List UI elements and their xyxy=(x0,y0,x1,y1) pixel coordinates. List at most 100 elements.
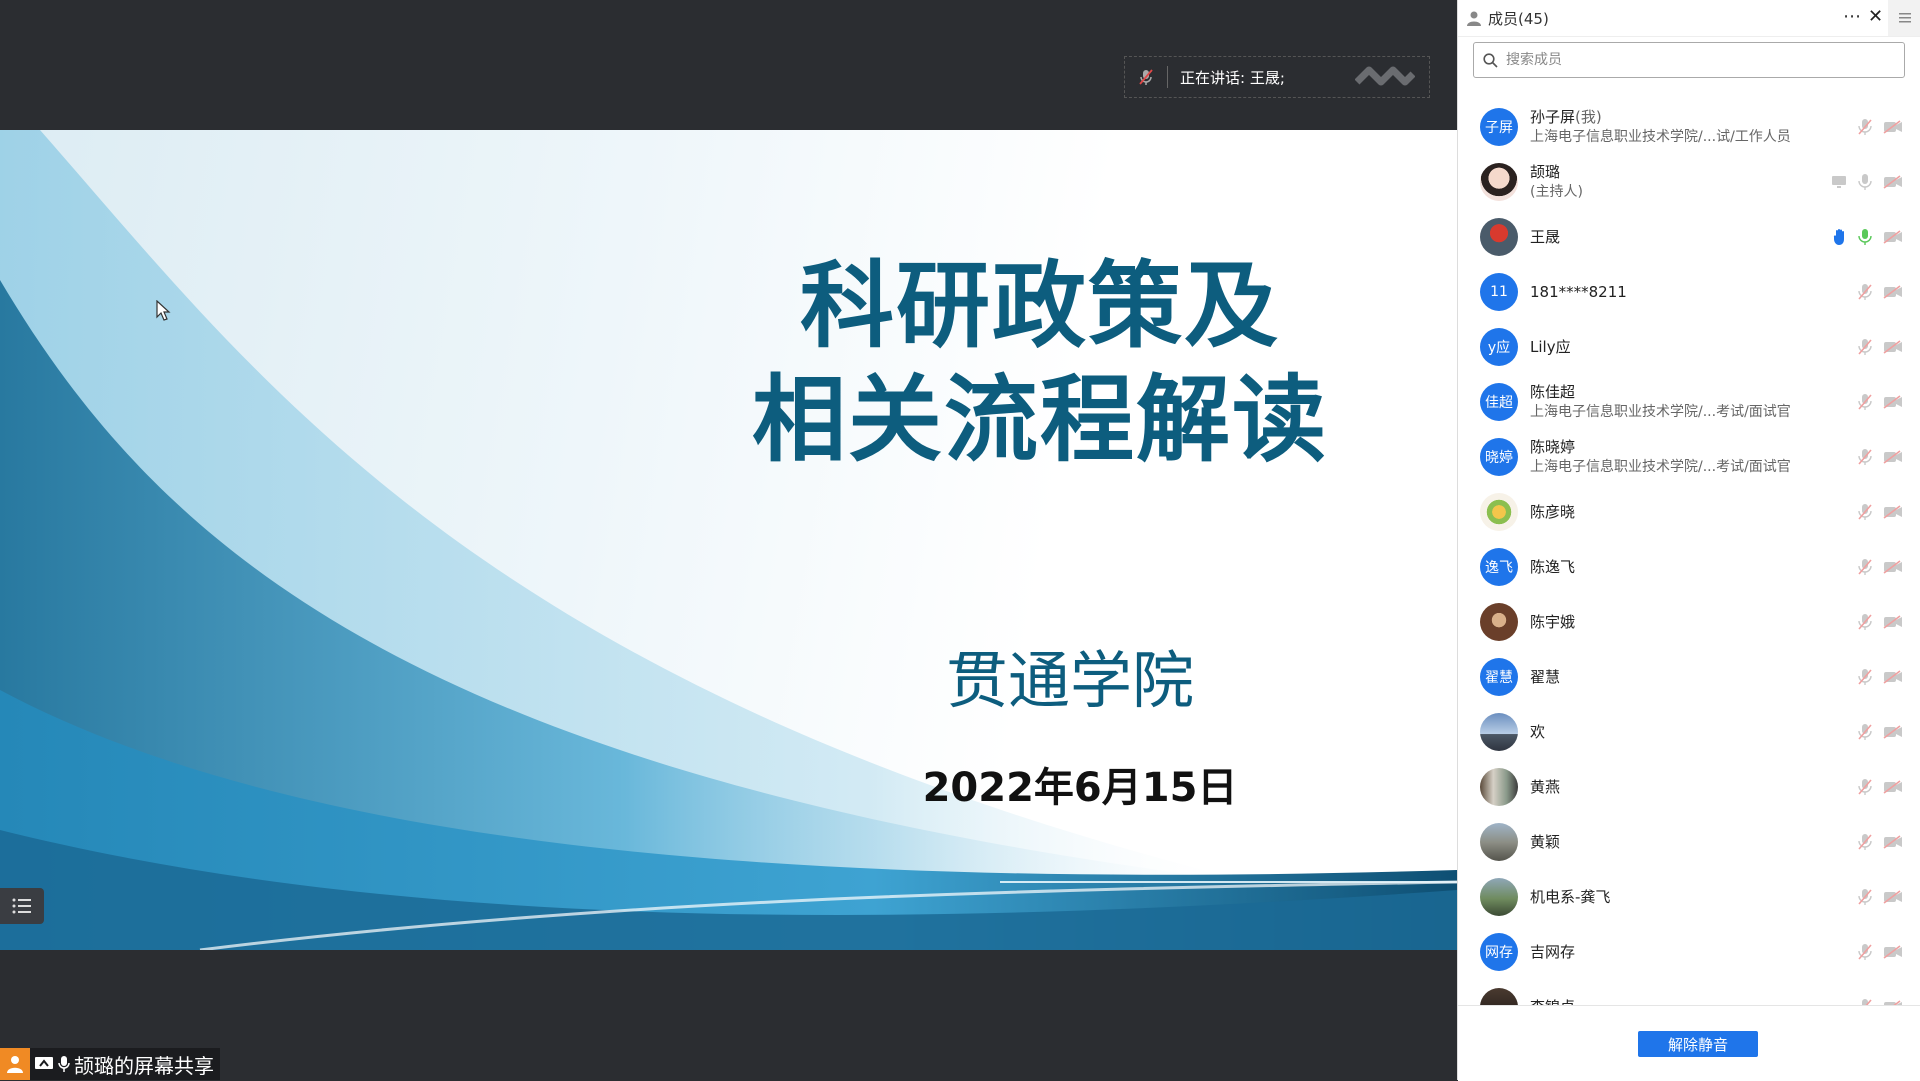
member-info: 王晟 xyxy=(1530,227,1560,247)
member-name-line: 王晟 xyxy=(1530,227,1560,247)
member-row[interactable]: 王晟 xyxy=(1458,209,1920,264)
slide-subtitle: 贯通学院 xyxy=(945,644,1194,717)
member-row[interactable]: 11 181****8211 xyxy=(1458,264,1920,319)
member-name-line: 翟慧 xyxy=(1530,667,1560,687)
member-row[interactable]: 黄燕 xyxy=(1458,759,1920,814)
members-panel-header: 成员(45) ⋯ ✕ xyxy=(1458,0,1920,37)
member-avatar: 翟慧 xyxy=(1480,657,1518,696)
mic-muted-icon xyxy=(1858,283,1872,300)
member-info: 翟慧 xyxy=(1530,667,1560,687)
member-info: 陈晓婷 上海电子信息职业技术学院/...考试/面试官 xyxy=(1530,437,1791,477)
member-row[interactable]: 机电系-龚飞 xyxy=(1458,869,1920,924)
member-avatar-text: 子屏 xyxy=(1485,119,1513,136)
member-name: 吉网存 xyxy=(1530,942,1576,961)
member-row[interactable]: 晓婷 陈晓婷 上海电子信息职业技术学院/...考试/面试官 xyxy=(1458,429,1920,484)
member-name-line: 黄颖 xyxy=(1530,832,1560,852)
member-name-line: 陈彦晓 xyxy=(1530,502,1575,522)
member-row[interactable]: 翟慧 翟慧 xyxy=(1458,649,1920,704)
camera-off-icon xyxy=(1883,339,1902,354)
member-info: 黄燕 xyxy=(1530,777,1560,797)
member-avatar xyxy=(1480,492,1518,531)
member-name-line: 陈晓婷 xyxy=(1530,437,1791,457)
member-row[interactable]: 黄颖 xyxy=(1458,814,1920,869)
user-avatar-icon xyxy=(0,1048,30,1080)
member-subtitle: (主持人) xyxy=(1530,183,1583,200)
mic-muted-icon xyxy=(1858,778,1872,795)
member-search-box[interactable] xyxy=(1473,42,1905,78)
member-subtitle: 上海电子信息职业技术学院/...试/工作人员 xyxy=(1530,128,1791,145)
member-name: 黄燕 xyxy=(1530,777,1561,796)
member-name: 181****8211 xyxy=(1530,282,1627,301)
member-info: 孙子屏(我) 上海电子信息职业技术学院/...试/工作人员 xyxy=(1530,107,1791,147)
member-avatar: 逸飞 xyxy=(1480,547,1518,586)
camera-off-icon xyxy=(1883,284,1902,299)
member-avatar-text: 11 xyxy=(1490,283,1508,300)
member-avatar xyxy=(1480,162,1518,201)
mic-muted-icon xyxy=(1858,393,1872,410)
mic-muted-icon xyxy=(1858,558,1872,575)
member-avatar-text: 佳超 xyxy=(1485,394,1513,411)
member-name-line: 181****8211 xyxy=(1530,282,1627,302)
member-name: 陈逸飞 xyxy=(1530,557,1576,576)
member-name: 陈佳超 xyxy=(1530,382,1576,401)
camera-off-icon xyxy=(1883,559,1902,574)
member-avatar: 11 xyxy=(1480,272,1518,311)
member-status-icons xyxy=(1857,649,1903,704)
member-info: 陈宇娥 xyxy=(1530,612,1575,632)
member-avatar xyxy=(1480,712,1518,751)
shared-slide: 科研政策及 相关流程解读 贯通学院 2022年6月15日 xyxy=(0,130,1457,950)
member-name-line: 李锦卓 xyxy=(1530,997,1575,1006)
mic-muted-icon xyxy=(1862,998,1872,1005)
member-status-icons xyxy=(1857,429,1903,484)
screen-share-icon xyxy=(34,1055,54,1073)
mic-muted-icon xyxy=(1858,723,1872,740)
mic-muted-icon xyxy=(1858,448,1872,465)
mic-muted-icon xyxy=(1858,888,1872,905)
member-avatar: 网存 xyxy=(1480,932,1518,971)
member-name: Lily应 xyxy=(1530,337,1571,356)
list-icon xyxy=(12,898,31,914)
unmute-button[interactable]: 解除静音 xyxy=(1638,1031,1758,1057)
member-avatar-text: 翟慧 xyxy=(1485,669,1513,686)
member-status-icons xyxy=(1833,209,1903,264)
member-search-input[interactable] xyxy=(1504,51,1888,69)
member-info: 颉璐 (主持人) xyxy=(1530,162,1583,202)
slide-title-line1: 科研政策及 xyxy=(799,252,1280,361)
divider xyxy=(1167,66,1168,88)
member-name-line: 机电系-龚飞 xyxy=(1530,887,1610,907)
tencent-meeting-logo-icon xyxy=(1355,66,1415,86)
panel-menu-button[interactable] xyxy=(1888,0,1920,36)
member-info: 陈彦晓 xyxy=(1530,502,1575,522)
member-row[interactable]: 子屏 孙子屏(我) 上海电子信息职业技术学院/...试/工作人员 xyxy=(1458,99,1920,154)
member-row[interactable]: 欢 xyxy=(1458,704,1920,759)
member-row[interactable]: 颉璐 (主持人) xyxy=(1458,154,1920,209)
member-row[interactable]: 佳超 陈佳超 上海电子信息职业技术学院/...考试/面试官 xyxy=(1458,374,1920,429)
member-row[interactable]: 网存 吉网存 xyxy=(1458,924,1920,979)
member-row[interactable]: 陈宇娥 xyxy=(1458,594,1920,649)
member-avatar-text: 网存 xyxy=(1485,944,1513,961)
camera-off-icon xyxy=(1883,669,1902,684)
member-avatar: 佳超 xyxy=(1480,382,1518,421)
member-subtitle: 上海电子信息职业技术学院/...考试/面试官 xyxy=(1530,458,1791,475)
member-row[interactable]: 李锦卓 xyxy=(1458,979,1920,1005)
close-icon[interactable]: ✕ xyxy=(1868,6,1883,27)
member-status-icons xyxy=(1857,869,1903,924)
member-name: 颉璐 xyxy=(1530,162,1561,181)
mic-muted-icon xyxy=(1858,833,1872,850)
camera-off-icon xyxy=(1883,504,1902,519)
mic-muted-icon xyxy=(1139,69,1153,85)
member-name: 机电系-龚飞 xyxy=(1530,887,1611,906)
member-avatar-text: 逸飞 xyxy=(1485,559,1513,576)
member-row[interactable]: 陈彦晓 xyxy=(1458,484,1920,539)
camera-off-icon xyxy=(1883,724,1902,739)
member-name-line: Lily应 xyxy=(1530,337,1571,357)
screen-share-tag: 颉璐的屏幕共享 xyxy=(0,1048,220,1080)
more-options-icon[interactable]: ⋯ xyxy=(1843,6,1862,27)
member-status-icons xyxy=(1857,319,1903,374)
slide-list-button[interactable] xyxy=(0,888,44,924)
camera-off-icon xyxy=(1883,779,1902,794)
member-row[interactable]: y应 Lily应 xyxy=(1458,319,1920,374)
member-row[interactable]: 逸飞 陈逸飞 xyxy=(1458,539,1920,594)
camera-off-icon xyxy=(1883,174,1902,189)
member-status-icons xyxy=(1857,539,1903,594)
